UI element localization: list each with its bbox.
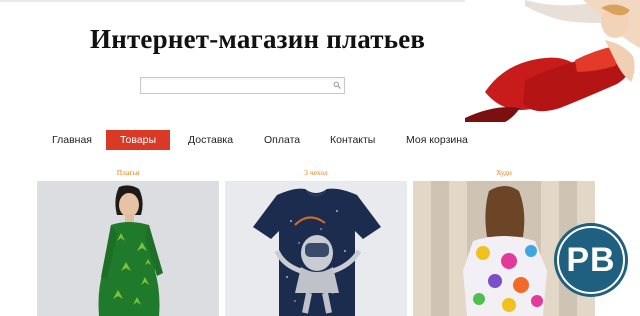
product-category[interactable]: 3 чехол	[225, 168, 407, 177]
product-category[interactable]: Платья	[37, 168, 219, 177]
search-box[interactable]	[140, 77, 345, 94]
product-card[interactable]: Платья	[37, 168, 219, 316]
search-icon[interactable]	[333, 81, 341, 89]
search-input[interactable]	[141, 78, 331, 93]
product-image-tshirt[interactable]	[225, 181, 407, 316]
product-category[interactable]: Худи	[413, 168, 595, 177]
nav-item-contacts[interactable]: Контакты	[330, 130, 375, 150]
nav-item-cart[interactable]: Моя корзина	[406, 130, 468, 150]
product-card[interactable]: 3 чехол	[225, 168, 407, 316]
nav-item-payment[interactable]: Оплата	[264, 130, 300, 150]
pb-logo-badge: PB	[545, 220, 637, 300]
hero-image	[465, 0, 640, 122]
pb-logo-text: PB	[566, 241, 616, 279]
nav-item-delivery[interactable]: Доставка	[188, 130, 233, 150]
product-image-dress[interactable]	[37, 181, 219, 316]
site-title: Интернет-магазин платьев	[90, 24, 426, 54]
nav-item-products[interactable]: Товары	[106, 130, 170, 150]
nav-item-home[interactable]: Главная	[52, 130, 92, 150]
